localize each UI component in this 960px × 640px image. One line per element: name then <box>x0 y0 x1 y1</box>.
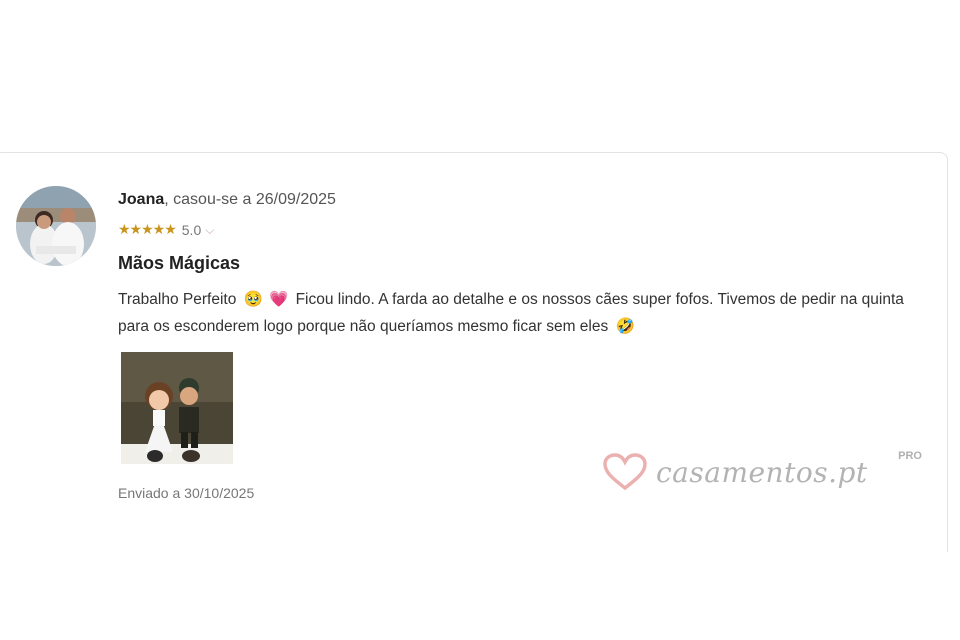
cake-topper-image <box>121 352 233 464</box>
review-text: Trabalho Perfeito 🥹 💗 Ficou lindo. A fard… <box>118 286 938 340</box>
star-rating-icons: ★★★★★ <box>118 222 177 238</box>
watermark-brand: casamentos.pt <box>656 455 868 489</box>
review-title: Mãos Mágicas <box>118 253 241 273</box>
watermark-logo: casamentos.pt PRO <box>602 448 922 496</box>
author-name: Joana <box>118 191 165 208</box>
rating-score: 5.0 <box>181 222 202 238</box>
review-photo[interactable] <box>121 352 233 464</box>
review-text-part1: Trabalho Perfeito <box>118 291 237 308</box>
rating[interactable]: ★★★★★ 5.0 ⌵ <box>118 222 214 238</box>
heart-icon: 💗 <box>268 290 289 308</box>
sent-date: Enviado a 30/10/2025 <box>118 485 255 501</box>
pleading-face-icon: 🥹 <box>243 290 263 308</box>
review-text-part2: Ficou lindo. A farda ao detalhe e os nos… <box>118 291 904 335</box>
review-author: Joana, casou-se a 26/09/2025 <box>118 191 336 209</box>
avatar-photo <box>16 186 96 266</box>
laughing-face-icon: 🤣 <box>615 317 635 335</box>
wedding-date: , casou-se a 26/09/2025 <box>164 191 336 208</box>
chevron-down-icon[interactable]: ⌵ <box>205 223 214 238</box>
watermark-pro-badge: PRO <box>898 450 922 462</box>
avatar <box>16 186 96 266</box>
heart-logo-icon <box>603 453 647 491</box>
